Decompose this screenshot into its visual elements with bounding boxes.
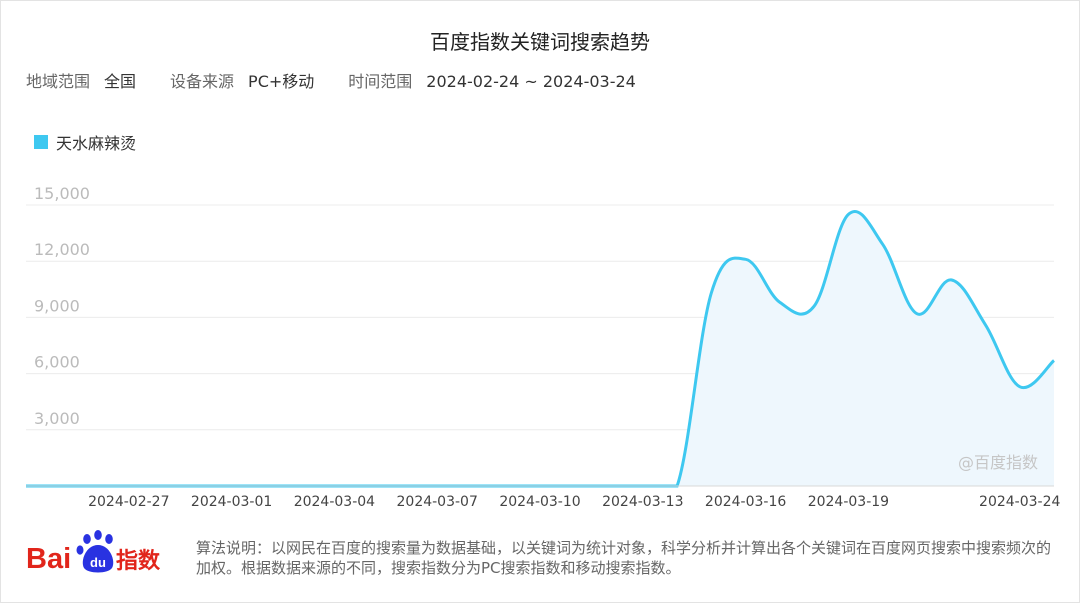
y-tick-label: 3,000 bbox=[34, 409, 80, 428]
y-tick-label: 9,000 bbox=[34, 296, 80, 315]
brand-paw-text: du bbox=[90, 555, 106, 570]
brand-suffix: 指数 bbox=[116, 548, 161, 574]
y-axis: 3,000 6,000 9,000 12,000 15,000 bbox=[34, 184, 90, 428]
x-tick-label: 2024-03-04 bbox=[294, 494, 375, 510]
x-tick-label: 2024-03-19 bbox=[808, 494, 889, 510]
x-axis: 2024-02-27 2024-03-01 2024-03-04 2024-03-07… bbox=[88, 494, 1060, 510]
trend-chart: 3,0006,0009,00012,00015,000 2024-02-27 20… bbox=[26, 184, 1060, 510]
watermark: @百度指数 bbox=[958, 453, 1038, 472]
y-tick-label: 15,000 bbox=[34, 184, 90, 203]
x-tick-label: 2024-03-01 bbox=[191, 494, 272, 510]
paw-icon: du bbox=[76, 530, 114, 573]
x-tick-label: 2024-03-24 bbox=[979, 494, 1060, 510]
x-tick-label: 2024-03-07 bbox=[397, 494, 478, 510]
series-area bbox=[26, 211, 1054, 486]
algorithm-note: 算法说明：以网民在百度的搜索量为数据基础，以关键词为统计对象，科学分析并计算出各… bbox=[196, 539, 1052, 577]
baidu-index-logo: Bai du 指数 bbox=[26, 528, 176, 578]
y-tick-label: 12,000 bbox=[34, 240, 90, 259]
x-tick-label: 2024-03-13 bbox=[602, 494, 683, 510]
x-tick-label: 2024-03-16 bbox=[705, 494, 786, 510]
y-tick-label: 6,000 bbox=[34, 353, 80, 372]
brand-text: Bai bbox=[26, 543, 71, 575]
x-tick-label: 2024-02-27 bbox=[88, 494, 169, 510]
x-tick-label: 2024-03-10 bbox=[499, 494, 580, 510]
